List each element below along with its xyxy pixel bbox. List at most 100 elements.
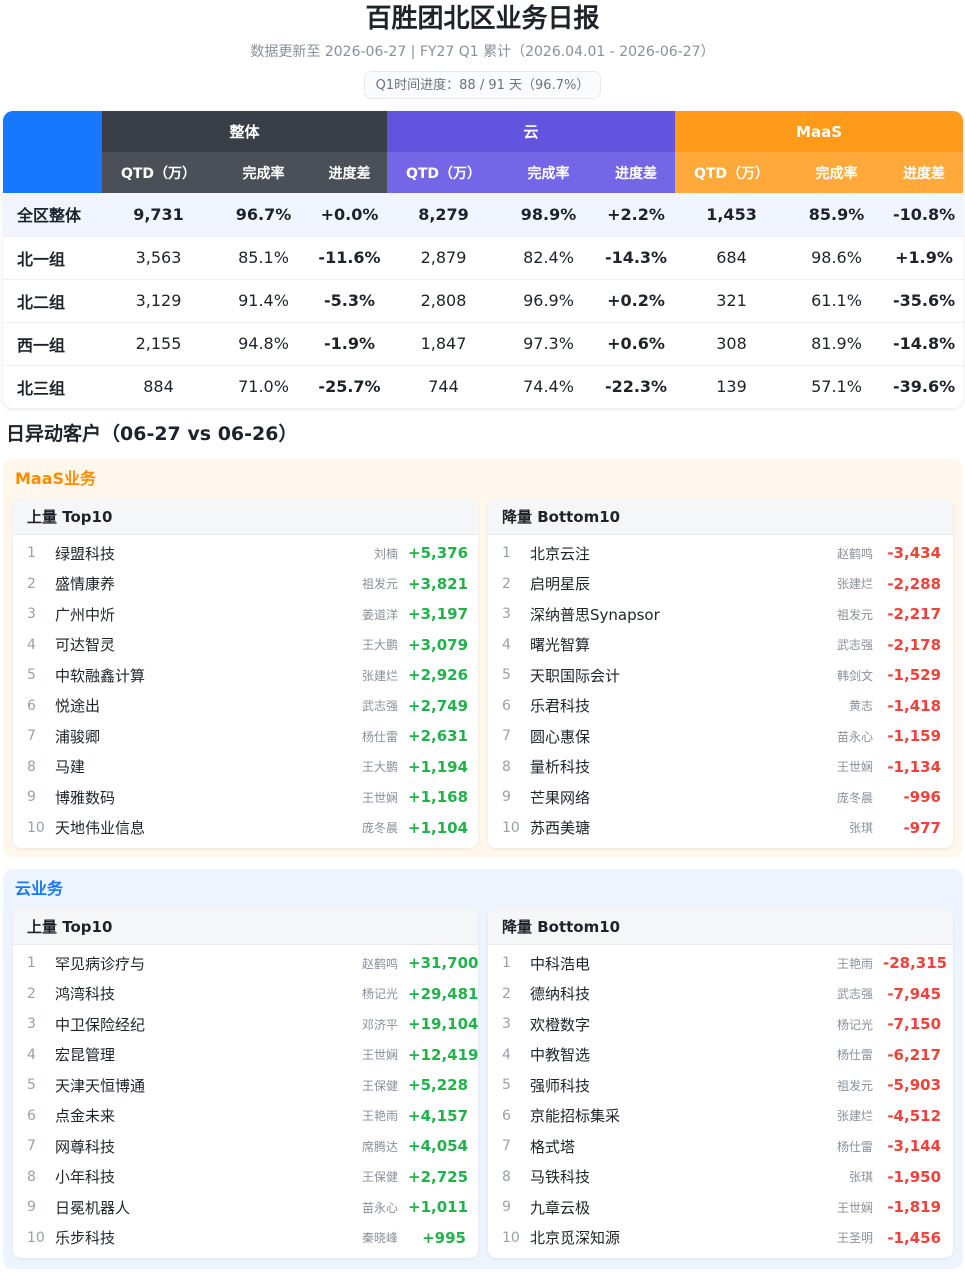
rank-number: 1	[502, 955, 511, 972]
daily-change-section-title: 日异动客户（06-27 vs 06-26）	[6, 423, 298, 445]
list-item: 4 中教智选 杨仕雷 -6,217	[488, 1040, 953, 1071]
qtd-value: 2,808	[387, 278, 501, 322]
change-value: +2,926	[408, 666, 469, 685]
account-owner: 杨仕雷	[361, 729, 398, 744]
change-value: -2,178	[887, 635, 941, 654]
customer-name: 网尊科技	[55, 1137, 116, 1156]
change-value: +2,631	[408, 727, 469, 746]
page-title: 百胜团北区业务日报	[365, 4, 600, 34]
completion-rate: 82.4%	[500, 235, 598, 279]
account-owner: 祖发元	[361, 577, 398, 592]
list-item: 6 京能招标集采 张建烂 -4,512	[488, 1101, 953, 1132]
list-item: 3 欢橙数字 杨记光 -7,150	[488, 1009, 953, 1040]
rank-number: 4	[502, 636, 511, 653]
col-header-completion: 完成率	[788, 152, 886, 193]
customer-name: 强师科技	[530, 1076, 591, 1095]
customer-name: 博雅数码	[55, 788, 116, 807]
group-name: 北三组	[3, 364, 102, 408]
qtd-value: 321	[675, 278, 789, 322]
cloud-bottom10-card: 降量 Bottom10 1 中科浩电 王艳雨 -28,315 2 德纳科技 武志强 -7,94…	[488, 909, 953, 1258]
list-item: 10 乐步科技 秦晓峰 +995	[13, 1223, 478, 1254]
maas-top10-card: 上量 Top10 1 绿盟科技 刘楠 +5,376 2 盛情康养 祖发元 +3,821 3 广州中…	[13, 499, 478, 848]
rank-number: 1	[27, 545, 36, 562]
account-owner: 黄志	[848, 699, 873, 714]
list-item: 5 强师科技 祖发元 -5,903	[488, 1070, 953, 1101]
list-item: 6 悦途出 武志强 +2,749	[13, 691, 478, 722]
rank-number: 2	[502, 985, 511, 1002]
completion-rate: 71.0%	[215, 364, 312, 408]
list-item: 8 量析科技 王世娴 -1,134	[488, 752, 953, 783]
customer-name: 天地伟业信息	[55, 819, 146, 838]
change-value: +5,376	[408, 544, 469, 563]
list-item: 1 罕见病诊疗与 赵鹤鸣 +31,700	[13, 948, 478, 979]
rank-number: 6	[502, 697, 511, 714]
list-item: 4 可达智灵 王大鹏 +3,079	[13, 630, 478, 661]
progress-gap: -35.6%	[885, 278, 963, 322]
change-value: -1,950	[887, 1167, 941, 1186]
change-value: -1,819	[887, 1198, 941, 1217]
col-header-gap: 进度差	[312, 152, 388, 193]
completion-rate: 91.4%	[215, 278, 312, 322]
customer-name: 乐君科技	[530, 697, 591, 716]
list-item: 8 小年科技 王保健 +2,725	[13, 1162, 478, 1193]
list-item: 10 天地伟业信息 庞冬晨 +1,104	[13, 813, 478, 844]
account-owner: 赵鹤鸣	[361, 956, 398, 971]
customer-name: 九章云极	[530, 1198, 591, 1217]
account-owner: 祖发元	[836, 607, 873, 622]
change-value: -7,150	[887, 1015, 941, 1034]
list-item: 6 点金未来 王艳雨 +4,157	[13, 1101, 478, 1132]
change-value: +12,419	[408, 1045, 478, 1064]
list-item: 9 芒果网络 庞冬晨 -996	[488, 782, 953, 813]
rank-number: 5	[502, 667, 511, 684]
qtd-value: 3,129	[102, 278, 215, 322]
change-value: +3,197	[408, 605, 469, 624]
change-value: -28,315	[883, 954, 948, 973]
change-value: +2,749	[408, 696, 469, 715]
account-owner: 王圣明	[836, 1231, 873, 1246]
account-owner: 张建烂	[836, 577, 873, 592]
rank-number: 4	[502, 1046, 511, 1063]
summary-table: 整体 云 MaaS QTD（万） 完成率 进度差 QTD（万） 完成率 进度差 …	[3, 111, 963, 408]
change-value: -1,529	[887, 666, 941, 685]
account-owner: 王艳雨	[361, 1109, 398, 1124]
list-item: 3 中卫保险经纪 邓济平 +19,104	[13, 1009, 478, 1040]
col-header-qtd: QTD（万）	[387, 152, 501, 193]
rank-number: 9	[27, 1199, 36, 1216]
change-value: +1,194	[408, 757, 469, 776]
change-value: -1,159	[887, 727, 941, 746]
customer-name: 马铁科技	[530, 1168, 591, 1187]
rank-number: 10	[502, 819, 520, 836]
qtd-value: 8,279	[387, 193, 501, 236]
rank-number: 1	[502, 545, 511, 562]
list-item: 7 圆心惠保 苗永心 -1,159	[488, 721, 953, 752]
rank-number: 5	[27, 667, 36, 684]
summary-row: 西一组 2,155 94.8% -1.9% 1,847 97.3% +0.6% 308 81.9…	[3, 321, 963, 365]
customer-name: 格式塔	[530, 1137, 576, 1156]
customer-name: 中软融鑫计算	[55, 666, 146, 685]
completion-rate: 97.3%	[500, 321, 598, 365]
customer-name: 天津天恒博通	[55, 1076, 146, 1095]
rank-number: 3	[27, 1016, 36, 1033]
maas-top10-list: 1 绿盟科技 刘楠 +5,376 2 盛情康养 祖发元 +3,821 3 广州中炘 姜道洋 +3,19…	[13, 535, 478, 846]
completion-rate: 85.1%	[215, 235, 312, 279]
maas-section-title: MaaS业务	[15, 469, 97, 488]
col-header-gap: 进度差	[885, 152, 963, 193]
change-value: +1,168	[408, 788, 469, 807]
account-owner: 庞冬晨	[361, 821, 398, 836]
progress-gap: +0.6%	[597, 321, 676, 365]
rank-number: 3	[502, 606, 511, 623]
rank-number: 6	[502, 1107, 511, 1124]
completion-rate: 81.9%	[788, 321, 886, 365]
maas-business-section: MaaS业务 上量 Top10 1 绿盟科技 刘楠 +5,376 2 盛情康养 祖发元 +3,…	[3, 459, 963, 857]
qtd-value: 2,879	[387, 235, 501, 279]
account-owner: 苗永心	[361, 1200, 398, 1215]
qtd-value: 3,563	[102, 235, 215, 279]
change-value: -7,945	[887, 984, 941, 1003]
completion-rate: 96.7%	[215, 193, 312, 236]
qtd-value: 2,155	[102, 321, 215, 365]
quarter-progress-badge: Q1时间进度：88 / 91 天（96.7%）	[363, 71, 602, 99]
account-owner: 武志强	[836, 987, 873, 1002]
customer-name: 启明星辰	[530, 575, 591, 594]
rank-number: 7	[27, 728, 36, 745]
list-item: 4 宏昆管理 王世娴 +12,419	[13, 1040, 478, 1071]
